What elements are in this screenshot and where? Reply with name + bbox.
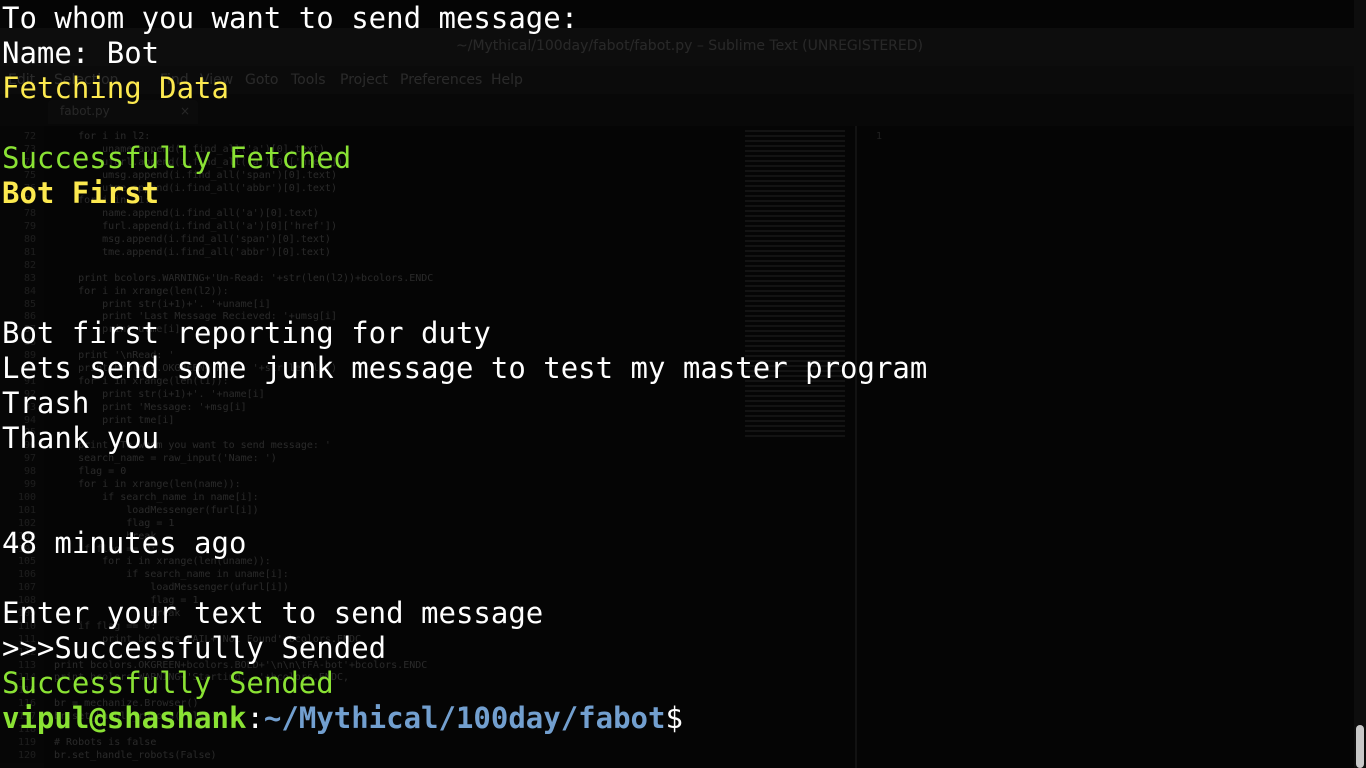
prompt-separator: : xyxy=(246,701,264,735)
prompt-user-host: vipul@shashank xyxy=(2,701,247,735)
terminal-line: Successfully Fetched xyxy=(2,141,352,175)
terminal-line: To whom you want to send message: xyxy=(2,1,579,35)
terminal-line: Trash xyxy=(2,386,90,420)
desktop-screen: ~/Mythical/100day/fabot/fabot.py – Subli… xyxy=(0,0,1366,768)
terminal-line: Lets send some junk message to test my m… xyxy=(2,351,928,385)
terminal-line: 48 minutes ago xyxy=(2,526,247,560)
prompt-path: ~/Mythical/100day/fabot xyxy=(263,701,666,735)
terminal-cursor xyxy=(683,704,685,732)
terminal-line: Successfully Sended xyxy=(2,666,334,700)
terminal-scrollbar[interactable] xyxy=(1354,0,1366,768)
terminal-line: Bot first reporting for duty xyxy=(2,316,491,350)
terminal-line: Bot First xyxy=(2,176,160,210)
terminal-line: Fetching Data xyxy=(2,71,229,105)
terminal-output: To whom you want to send message: Name: … xyxy=(0,0,1350,768)
terminal-scrollbar-thumb[interactable] xyxy=(1356,725,1364,768)
terminal-line: Thank you xyxy=(2,421,160,455)
terminal-line: Name: Bot xyxy=(2,36,160,70)
terminal-line: >>>Successfully Sended xyxy=(2,631,387,665)
prompt-symbol: $ xyxy=(665,701,683,735)
terminal-prompt[interactable]: vipul@shashank:~/Mythical/100day/fabot$ xyxy=(2,701,685,736)
terminal-line: Enter your text to send message xyxy=(2,596,544,630)
